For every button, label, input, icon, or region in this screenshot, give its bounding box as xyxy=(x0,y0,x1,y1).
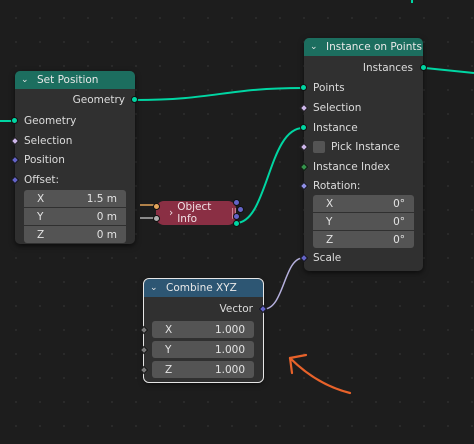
input-position-label: Position xyxy=(24,154,65,166)
link-set-position-to-points xyxy=(134,87,304,101)
object-info-node[interactable]: › Object Info || xyxy=(153,199,244,227)
combine-x-value: 1.000 xyxy=(214,323,245,336)
chevron-right-icon[interactable]: › xyxy=(169,207,173,219)
set-position-header[interactable]: ⌄ Set Position xyxy=(15,71,135,89)
output-instances-label: Instances xyxy=(362,62,413,74)
output-geometry-label: Geometry xyxy=(72,94,125,106)
instance-on-points-node[interactable]: ⌄ Instance on Points Instances Points Se… xyxy=(299,38,427,271)
combine-x-field[interactable]: X 1.000 xyxy=(152,321,254,338)
set-position-node[interactable]: ⌄ Set Position Geometry Geometry Selecti… xyxy=(10,71,138,244)
input-instance-index-row: Instance Index xyxy=(304,158,423,176)
set-position-title: Set Position xyxy=(37,74,99,86)
output-instances-socket[interactable] xyxy=(420,64,427,71)
input-instance-row: Instance xyxy=(304,119,423,137)
object-info-title: Object Info xyxy=(177,201,212,225)
input-rotation-row: Rotation: xyxy=(304,177,423,195)
instance-on-points-header[interactable]: ⌄ Instance on Points xyxy=(304,38,423,56)
input-points-socket[interactable] xyxy=(300,84,307,91)
combine-y-value: 1.000 xyxy=(214,343,245,356)
output-vector-row: Vector xyxy=(144,300,263,318)
input-instance-index-label: Instance Index xyxy=(313,161,390,173)
offset-y-field[interactable]: Y 0 m xyxy=(24,208,126,225)
offset-x-axis: X xyxy=(37,192,45,205)
rotation-y-value: 0° xyxy=(393,215,405,228)
rotation-z-value: 0° xyxy=(393,233,405,246)
input-position-row: Position xyxy=(15,151,135,169)
combine-y-field[interactable]: Y 1.000 xyxy=(152,341,254,358)
combine-z-axis: Z xyxy=(165,363,173,376)
offset-x-value: 1.5 m xyxy=(86,192,117,205)
input-offset-row: Offset: xyxy=(15,171,135,189)
object-info-output-rotation-socket[interactable] xyxy=(237,206,244,213)
offset-x-field[interactable]: X 1.5 m xyxy=(24,190,126,207)
input-geometry-row: Geometry xyxy=(15,112,135,130)
pick-instance-checkbox[interactable] xyxy=(313,141,325,153)
rotation-y-field[interactable]: Y 0° xyxy=(313,213,414,230)
rotation-x-field[interactable]: X 0° xyxy=(313,195,414,212)
output-instances-row: Instances xyxy=(304,59,423,77)
combine-y-axis: Y xyxy=(165,343,172,356)
rotation-x-value: 0° xyxy=(393,197,405,210)
object-info-input-socket-2[interactable] xyxy=(153,215,160,222)
input-scale-label: Scale xyxy=(313,252,342,264)
offset-z-value: 0 m xyxy=(96,228,117,241)
link-instances-out xyxy=(424,67,474,74)
link-object-info-to-instance xyxy=(235,127,304,224)
offset-z-field[interactable]: Z 0 m xyxy=(24,226,126,243)
input-y-socket[interactable] xyxy=(139,345,149,355)
input-instance-label: Instance xyxy=(313,122,358,134)
input-z-socket[interactable] xyxy=(139,365,149,375)
combine-xyz-title: Combine XYZ xyxy=(166,282,237,294)
rotation-x-axis: X xyxy=(326,197,334,210)
chevron-down-icon[interactable]: ⌄ xyxy=(310,42,320,52)
input-scale-row: Scale xyxy=(304,249,423,267)
offset-z-axis: Z xyxy=(37,228,45,241)
input-selection-label: Selection xyxy=(313,102,362,114)
offset-y-value: 0 m xyxy=(96,210,117,223)
combine-x-axis: X xyxy=(165,323,173,336)
object-info-output-scale-socket[interactable] xyxy=(233,213,240,220)
input-points-label: Points xyxy=(313,82,345,94)
chevron-down-icon[interactable]: ⌄ xyxy=(150,283,160,293)
input-points-row: Points xyxy=(304,79,423,97)
output-geometry-socket[interactable] xyxy=(131,96,138,103)
pick-instance-label: Pick Instance xyxy=(331,141,400,153)
input-geometry-label: Geometry xyxy=(24,115,77,127)
object-info-output-geometry-socket[interactable] xyxy=(233,220,240,227)
chevron-down-icon[interactable]: ⌄ xyxy=(21,75,31,85)
input-selection-row: Selection xyxy=(15,132,135,150)
input-geometry-socket[interactable] xyxy=(11,117,18,124)
input-rotation-label: Rotation: xyxy=(313,180,361,192)
combine-xyz-header[interactable]: ⌄ Combine XYZ xyxy=(144,279,263,297)
output-geometry-row: Geometry xyxy=(15,91,135,109)
rotation-z-field[interactable]: Z 0° xyxy=(313,231,414,248)
input-x-socket[interactable] xyxy=(139,325,149,335)
input-offset-label: Offset: xyxy=(24,174,60,186)
combine-z-field[interactable]: Z 1.000 xyxy=(152,361,254,378)
input-instance-socket[interactable] xyxy=(300,124,307,131)
input-selection-row: Selection xyxy=(304,99,423,117)
rotation-z-axis: Z xyxy=(326,233,334,246)
output-vector-label: Vector xyxy=(219,303,253,315)
rotation-y-axis: Y xyxy=(326,215,333,228)
combine-xyz-node[interactable]: ⌄ Combine XYZ Vector X 1.000 Y 1.000 Z 1… xyxy=(139,278,268,383)
object-info-output-location-socket[interactable] xyxy=(233,199,240,206)
link-combine-to-scale xyxy=(263,257,304,310)
instance-on-points-title: Instance on Points xyxy=(326,41,422,53)
pick-instance-row[interactable]: Pick Instance xyxy=(304,138,423,156)
object-info-input-socket-1[interactable] xyxy=(153,203,160,210)
input-selection-label: Selection xyxy=(24,135,73,147)
offset-y-axis: Y xyxy=(37,210,44,223)
combine-z-value: 1.000 xyxy=(214,363,245,376)
